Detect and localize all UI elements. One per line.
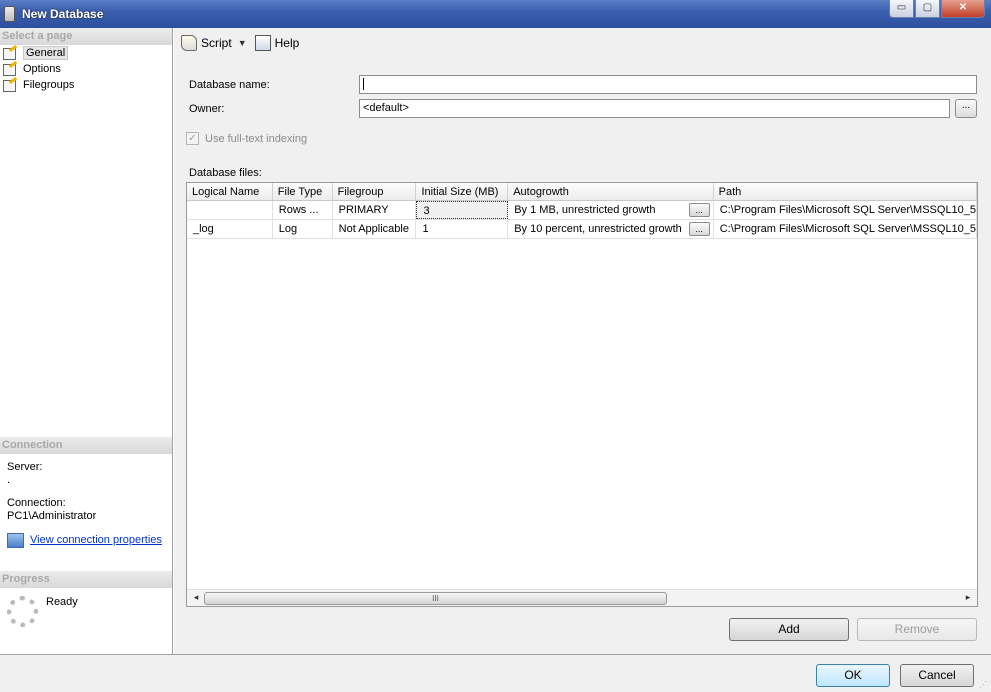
window-controls: ▭ ▢ ✕ — [888, 0, 985, 18]
maximize-button[interactable]: ▢ — [915, 0, 940, 18]
page-icon — [2, 63, 18, 76]
server-value: . — [7, 474, 11, 486]
progress-status: Ready — [46, 596, 78, 608]
logical-name-cell[interactable] — [187, 201, 273, 219]
path-cell[interactable]: C:\Program Files\Microsoft SQL Server\MS… — [714, 220, 977, 238]
autogrowth-value: By 1 MB, unrestricted growth — [514, 204, 656, 216]
window-title: New Database — [22, 7, 104, 21]
close-button[interactable]: ✕ — [941, 0, 985, 18]
initial-size-cell[interactable]: 3 — [416, 201, 509, 219]
column-header-autogrowth[interactable]: Autogrowth — [508, 183, 714, 200]
page-item-options[interactable]: Options — [0, 61, 172, 77]
page-item-label: Filegroups — [23, 79, 75, 91]
database-app-icon — [4, 6, 15, 22]
database-files-label: Database files: — [189, 167, 262, 179]
fulltext-indexing-label: Use full-text indexing — [205, 132, 308, 145]
resize-grip-icon[interactable]: ⋰ — [979, 680, 989, 690]
help-label: Help — [274, 36, 300, 50]
progress-spinner-icon — [7, 596, 38, 627]
page-icon — [2, 47, 18, 60]
progress-header: Progress — [0, 571, 172, 588]
autogrowth-edit-button[interactable]: ... — [688, 203, 710, 217]
fulltext-indexing-checkbox[interactable]: ✓ — [186, 132, 199, 145]
owner-input[interactable]: <default> — [359, 99, 950, 118]
page-item-general[interactable]: General — [0, 45, 172, 61]
connection-header: Connection — [0, 437, 172, 454]
filegroup-cell[interactable]: PRIMARY — [333, 201, 417, 219]
autogrowth-edit-button[interactable]: ... — [688, 222, 710, 236]
owner-browse-button[interactable]: ... — [955, 99, 977, 118]
connection-properties-icon — [7, 533, 24, 548]
horizontal-scrollbar[interactable]: ◂ III ▸ — [187, 589, 977, 606]
file-type-cell[interactable]: Rows ... — [273, 201, 333, 219]
ok-button[interactable]: OK — [816, 664, 890, 687]
title-bar: New Database ▭ ▢ ✕ — [0, 0, 991, 28]
minimize-button[interactable]: ▭ — [889, 0, 914, 18]
column-header-filegroup[interactable]: Filegroup — [333, 183, 417, 200]
connection-label: Connection: — [7, 497, 66, 509]
database-name-input[interactable] — [359, 75, 977, 94]
left-panel: Select a page General Options Filegroups… — [0, 28, 173, 654]
fulltext-indexing-row[interactable]: ✓ Use full-text indexing — [186, 132, 307, 145]
help-button[interactable]: Help — [254, 35, 300, 51]
page-icon — [2, 79, 18, 92]
general-page-content: Script ▼ Help Database name: Owner: <def… — [174, 28, 991, 654]
view-connection-properties-text[interactable]: View connection properties — [30, 534, 162, 547]
script-icon — [181, 35, 197, 51]
add-button[interactable]: Add — [729, 618, 849, 641]
progress-section: Progress Ready — [0, 571, 172, 627]
cancel-button[interactable]: Cancel — [900, 664, 974, 687]
scroll-left-icon[interactable]: ◂ — [189, 592, 203, 604]
toolbar: Script ▼ Help — [174, 28, 991, 58]
connection-value: PC1\Administrator — [7, 510, 97, 522]
connection-section: Connection Server: . Connection: PC1\Adm… — [0, 437, 172, 548]
table-row: Rows ... PRIMARY 3 By 1 MB, unrestricted… — [187, 201, 977, 220]
server-label: Server: — [7, 461, 43, 473]
scroll-right-icon[interactable]: ▸ — [961, 592, 975, 604]
page-item-label: Options — [23, 63, 61, 75]
column-header-path[interactable]: Path — [714, 183, 977, 200]
script-label: Script — [201, 36, 232, 50]
dialog-footer: OK Cancel ⋰ — [0, 654, 991, 692]
script-button[interactable]: Script ▼ — [181, 35, 247, 51]
filegroup-cell[interactable]: Not Applicable — [333, 220, 417, 238]
column-header-file-type[interactable]: File Type — [273, 183, 333, 200]
page-item-filegroups[interactable]: Filegroups — [0, 77, 172, 93]
path-cell[interactable]: C:\Program Files\Microsoft SQL Server\MS… — [714, 201, 977, 219]
chevron-down-icon[interactable]: ▼ — [238, 38, 247, 48]
select-page-header: Select a page — [0, 28, 172, 45]
file-type-cell[interactable]: Log — [273, 220, 333, 238]
owner-label: Owner: — [189, 103, 225, 115]
help-icon — [254, 35, 271, 51]
autogrowth-value: By 10 percent, unrestricted growth — [514, 223, 682, 235]
page-item-label: General — [23, 46, 69, 60]
scrollbar-thumb[interactable]: III — [204, 592, 667, 605]
column-header-initial-size[interactable]: Initial Size (MB) — [416, 183, 509, 200]
database-name-label: Database name: — [189, 79, 270, 91]
logical-name-cell[interactable]: _log — [187, 220, 273, 238]
initial-size-cell[interactable]: 1 — [416, 220, 509, 238]
column-header-logical-name[interactable]: Logical Name — [187, 183, 273, 200]
remove-button[interactable]: Remove — [857, 618, 977, 641]
autogrowth-cell[interactable]: By 1 MB, unrestricted growth ... — [508, 201, 714, 219]
text-caret — [363, 78, 364, 91]
view-connection-properties-link[interactable]: View connection properties — [7, 533, 172, 548]
grid-header: Logical Name File Type Filegroup Initial… — [187, 183, 977, 201]
autogrowth-cell[interactable]: By 10 percent, unrestricted growth ... — [508, 220, 714, 238]
table-row: _log Log Not Applicable 1 By 10 percent,… — [187, 220, 977, 239]
database-files-grid: Logical Name File Type Filegroup Initial… — [186, 182, 978, 607]
